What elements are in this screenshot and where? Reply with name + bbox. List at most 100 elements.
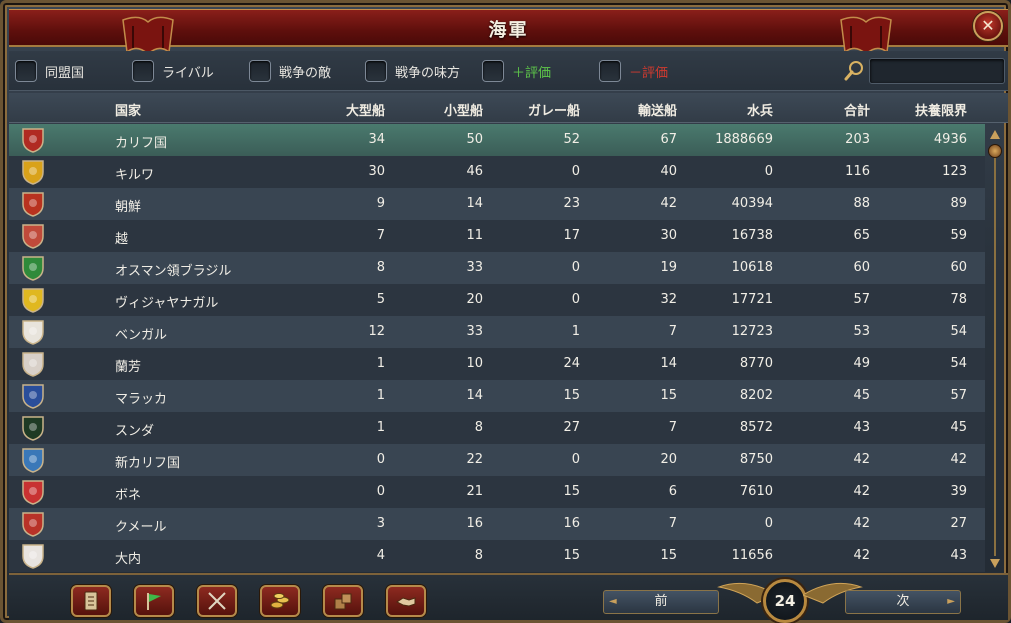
scroll-thumb[interactable] [988,144,1002,158]
heavy-ships-value: 1 [376,356,385,371]
header-light-ships[interactable]: 小型船 [409,100,483,119]
crescent-shield-icon[interactable] [21,447,45,473]
table-row[interactable]: クメール 3 16 16 7 0 42 27 [9,508,985,540]
star-shield-icon[interactable] [21,383,45,409]
heavy-ships-value: 0 [376,484,385,499]
flower-shield-icon[interactable] [21,319,45,345]
nation-name[interactable]: スンダ [115,420,315,439]
table-row[interactable]: マラッカ 1 14 15 15 8202 45 57 [9,380,985,412]
ledger-button[interactable] [71,585,111,617]
filter-negative-opinion[interactable]: －評価 [599,59,668,83]
nation-name[interactable]: 大内 [115,548,315,567]
filter-allies[interactable]: 同盟国 [15,59,84,83]
title-bar: 海軍 [9,9,1008,56]
war-enemies-checkbox[interactable] [249,60,271,82]
table-row[interactable]: 朝鮮 9 14 23 42 40394 88 89 [9,188,985,220]
search-icon[interactable] [843,60,865,82]
scroll-track[interactable] [994,146,996,556]
nation-name[interactable]: 越 [115,228,315,247]
positive-opinion-checkbox[interactable] [482,60,504,82]
galleys-value: 24 [563,356,580,371]
crossed-swords-icon [208,592,226,610]
filter-label: ＋評価 [512,65,552,81]
coins-icon [270,593,290,609]
table-row[interactable]: オスマン領ブラジル 8 33 0 19 10618 60 60 [9,252,985,284]
nation-name[interactable]: マラッカ [115,388,315,407]
search-input[interactable] [869,58,1005,84]
nation-name[interactable]: 朝鮮 [115,196,315,215]
nation-name[interactable]: 蘭芳 [115,356,315,375]
force-limit-value: 54 [950,324,967,339]
nation-name[interactable]: カリフ国 [115,132,315,151]
crescent-shield-icon[interactable] [21,127,45,153]
header-total[interactable]: 合計 [809,100,870,119]
total-value: 45 [853,388,870,403]
header-force-limit[interactable]: 扶養限界 [889,100,967,119]
nation-name[interactable]: クメール [115,516,315,535]
trade-goods-button[interactable] [323,585,363,617]
table-row[interactable]: ベンガル 12 33 1 7 12723 53 54 [9,316,985,348]
sailors-value: 40394 [731,196,773,211]
header-galleys[interactable]: ガレー船 [489,100,580,119]
stripes-shield-icon[interactable] [21,479,45,505]
transports-value: 20 [660,452,677,467]
flag-button[interactable] [134,585,174,617]
header-transports[interactable]: 輸送船 [599,100,677,119]
table-row[interactable]: 越 7 11 17 30 16738 65 59 [9,220,985,252]
glyph-shield-icon[interactable] [21,351,45,377]
nation-table: カリフ国 34 50 52 67 1888669 203 4936 キルワ 30 46 0 40 0 116… [9,124,985,572]
allies-checkbox[interactable] [15,60,37,82]
header-heavy-ships[interactable]: 大型船 [309,100,385,119]
filter-war-allies[interactable]: 戦争の味方 [365,59,460,83]
scroll-down-icon[interactable] [988,556,1002,570]
previous-page-button[interactable]: ◄ 前 [603,590,719,614]
force-limit-value: 54 [950,356,967,371]
table-row[interactable]: ボネ 0 21 15 6 7610 42 39 [9,476,985,508]
mon-shield-icon[interactable] [21,543,45,569]
economy-button[interactable] [260,585,300,617]
galleys-value: 1 [571,324,580,339]
bird-shield-icon[interactable] [21,287,45,313]
crescent-shield-icon[interactable] [21,255,45,281]
total-value: 65 [853,228,870,243]
dragon-shield-icon[interactable] [21,223,45,249]
diplomacy-button[interactable] [386,585,426,617]
war-allies-checkbox[interactable] [365,60,387,82]
temple-shield-icon[interactable] [21,511,45,537]
filter-label: ライバル [162,65,214,81]
nation-name[interactable]: ベンガル [115,324,315,343]
negative-opinion-checkbox[interactable] [599,60,621,82]
table-row[interactable]: スンダ 1 8 27 7 8572 43 45 [9,412,985,444]
arrow-left-icon: ◄ [609,596,617,607]
scrollbar[interactable] [986,124,1004,572]
nation-name[interactable]: キルワ [115,164,315,183]
table-row[interactable]: 新カリフ国 0 22 0 20 8750 42 42 [9,444,985,476]
dagger-shield-icon[interactable] [21,415,45,441]
next-page-button[interactable]: 次 ► [845,590,961,614]
rivals-checkbox[interactable] [132,60,154,82]
nation-name[interactable]: 新カリフ国 [115,452,315,471]
header-nation[interactable]: 国家 [115,100,141,119]
military-button[interactable] [197,585,237,617]
table-row[interactable]: 大内 4 8 15 15 11656 42 43 [9,540,985,572]
nation-name[interactable]: オスマン領ブラジル [115,260,315,279]
red-gold-shield-icon[interactable] [21,159,45,185]
filter-rivals[interactable]: ライバル [132,59,214,83]
filter-positive-opinion[interactable]: ＋評価 [482,59,551,83]
sun-shield-icon[interactable] [21,191,45,217]
sailors-value: 12723 [731,324,773,339]
nation-name[interactable]: ヴィジャヤナガル [115,292,315,311]
header-sailors[interactable]: 水兵 [709,100,773,119]
table-row[interactable]: カリフ国 34 50 52 67 1888669 203 4936 [9,124,985,156]
scroll-up-icon[interactable] [988,128,1002,142]
nation-name[interactable]: ボネ [115,484,315,503]
filter-war-enemies[interactable]: 戦争の敵 [249,59,331,83]
naval-ledger-window: 海軍 ✕ 同盟国 ライバル 戦争の敵 戦争の味方 ＋評価 －評価 国家 大型船 … [0,0,1011,623]
crates-icon [334,593,352,610]
sailors-value: 8202 [739,388,773,403]
table-row[interactable]: 蘭芳 1 10 24 14 8770 49 54 [9,348,985,380]
close-button[interactable]: ✕ [973,11,1003,41]
table-row[interactable]: キルワ 30 46 0 40 0 116 123 [9,156,985,188]
table-row[interactable]: ヴィジャヤナガル 5 20 0 32 17721 57 78 [9,284,985,316]
table-header: 国家 大型船 小型船 ガレー船 輸送船 水兵 合計 扶養限界 [9,93,1008,123]
